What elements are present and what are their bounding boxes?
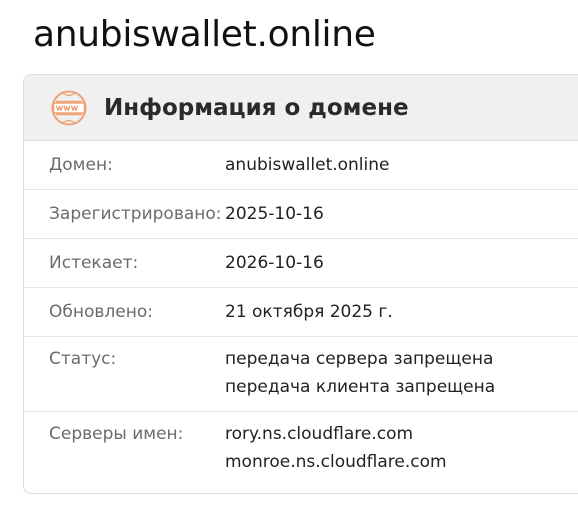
domain-label: Домен:: [49, 155, 113, 175]
row-domain: Домен: anubiswallet.online: [24, 141, 578, 190]
row-updated: Обновлено: 21 октября 2025 г.: [24, 288, 578, 337]
expires-label: Истекает:: [49, 253, 139, 273]
status-values: передача сервера запрещена передача клие…: [225, 345, 495, 401]
row-status: Статус: передача сервера запрещена перед…: [24, 337, 578, 412]
status-value: передача клиента запрещена: [225, 377, 496, 397]
row-registered: Зарегистрировано: 2025-10-16: [24, 190, 578, 239]
status-value: передача сервера запрещена: [225, 349, 494, 369]
updated-label: Обновлено:: [49, 302, 153, 322]
updated-value: 21 октября 2025 г.: [225, 302, 393, 322]
expires-value: 2026-10-16: [225, 253, 324, 273]
nameservers-label: Серверы имен:: [49, 424, 184, 444]
status-label: Статус:: [49, 349, 117, 369]
row-expires: Истекает: 2026-10-16: [24, 239, 578, 288]
domain-value: anubiswallet.online: [225, 155, 390, 175]
page-title: anubiswallet.online: [33, 14, 376, 55]
nameserver-value: rory.ns.cloudflare.com: [225, 424, 414, 444]
card-title: Информация о домене: [104, 94, 409, 121]
nameservers-values: rory.ns.cloudflare.com monroe.ns.cloudfl…: [225, 420, 447, 476]
nameserver-value: monroe.ns.cloudflare.com: [225, 452, 447, 472]
registered-value: 2025-10-16: [225, 204, 324, 224]
card-header: Информация о домене: [24, 75, 578, 141]
www-icon: [51, 90, 87, 125]
domain-info-card: Информация о домене Домен: anubiswallet.…: [23, 74, 578, 494]
row-nameservers: Серверы имен: rory.ns.cloudflare.com mon…: [24, 412, 578, 486]
registered-label: Зарегистрировано:: [49, 204, 222, 224]
